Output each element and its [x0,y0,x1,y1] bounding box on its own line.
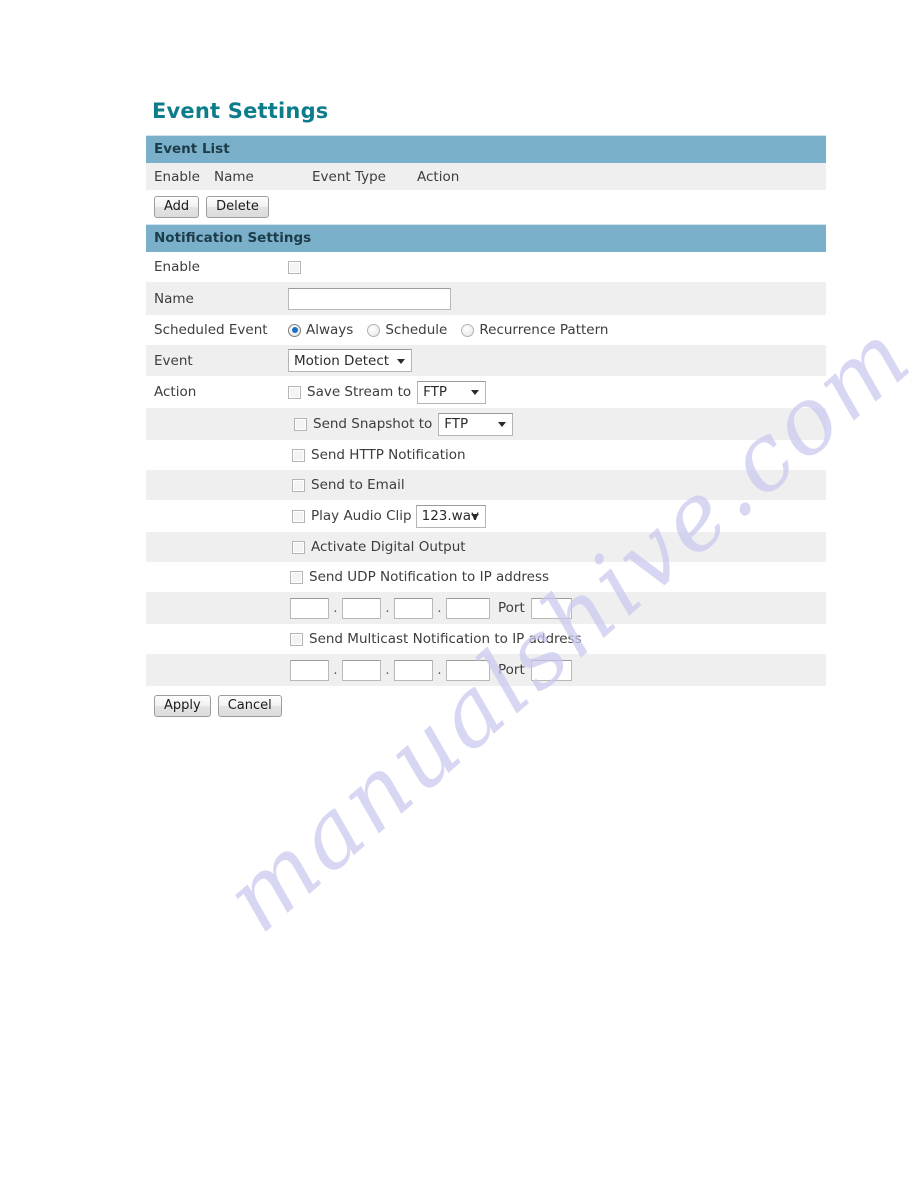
event-type-select-value: Motion Detect [294,352,390,369]
send-to-email-checkbox[interactable] [292,478,305,492]
activate-digital-output-checkbox[interactable] [292,540,305,554]
label-name: Name [154,290,194,307]
save-stream-destination-select[interactable]: FTP [417,380,487,404]
column-header-action: Action [417,168,460,185]
event-list-column-headers: Enable Name Event Type Action [146,163,826,191]
row-action-save-stream: Action Save Stream to FTP [146,376,826,409]
name-input[interactable] [288,287,451,310]
add-button[interactable]: Add [154,196,200,219]
udp-ip-octet-4[interactable] [446,597,490,619]
cancel-button[interactable]: Cancel [217,695,282,718]
row-scheduled-event: Scheduled Event Always Schedule Recurren… [146,315,826,346]
chevron-down-icon [498,422,507,428]
multicast-ip-separator-2: . [385,662,390,678]
multicast-ip-octet-2[interactable] [342,659,381,681]
apply-button[interactable]: Apply [154,695,211,718]
multicast-ip-octet-4[interactable] [446,659,490,681]
udp-ip-separator-2: . [385,600,390,616]
row-name: Name [146,282,826,316]
multicast-port-input[interactable] [530,659,572,681]
radio-recurrence-pattern[interactable] [461,323,475,337]
page-title: Event Settings [152,99,329,123]
send-snapshot-label: Send Snapshot to [313,416,433,433]
multicast-ip-separator-1: . [333,662,338,678]
row-action-send-snapshot: Send Snapshot to FTP [146,408,826,441]
radio-label-schedule: Schedule [385,322,448,339]
save-stream-label: Save Stream to [307,384,412,401]
multicast-ip-octet-1[interactable] [290,659,329,681]
send-http-notification-label: Send HTTP Notification [311,447,466,464]
enable-checkbox[interactable] [288,260,301,274]
send-multicast-notification-checkbox[interactable] [290,632,303,646]
row-action-send-multicast: Send Multicast Notification to IP addres… [146,624,826,655]
save-stream-destination-value: FTP [423,384,448,401]
row-action-activate-digital-output: Activate Digital Output [146,532,826,563]
label-scheduled-event: Scheduled Event [154,322,268,339]
send-snapshot-destination-value: FTP [444,416,469,433]
label-action: Action [154,384,197,401]
send-http-notification-checkbox[interactable] [292,448,305,462]
play-audio-clip-select[interactable]: 123.wav [415,504,486,528]
send-snapshot-destination-select[interactable]: FTP [438,412,514,436]
udp-port-label: Port [498,600,525,617]
udp-ip-separator-3: . [437,600,442,616]
udp-ip-octet-1[interactable] [290,597,329,619]
activate-digital-output-label: Activate Digital Output [311,539,466,556]
row-action-send-udp: Send UDP Notification to IP address [146,562,826,593]
chevron-down-icon [397,358,405,364]
send-udp-notification-label: Send UDP Notification to IP address [309,569,550,586]
row-enable: Enable [146,252,826,283]
column-header-enable: Enable [154,168,200,185]
row-udp-ip-address: . . . Port [146,592,826,625]
row-action-play-audio: Play Audio Clip 123.wav [146,500,826,533]
section-header-notification-settings: Notification Settings [146,224,826,253]
column-header-event-type: Event Type [312,168,386,185]
multicast-ip-separator-3: . [437,662,442,678]
multicast-ip-octet-3[interactable] [394,659,433,681]
row-event: Event Motion Detect [146,345,826,377]
row-action-send-email: Send to Email [146,470,826,501]
udp-port-input[interactable] [530,597,572,619]
row-multicast-ip-address: . . . Port [146,654,826,687]
label-enable: Enable [154,259,200,276]
send-snapshot-checkbox[interactable] [294,417,307,431]
event-type-select[interactable]: Motion Detect [288,349,412,373]
label-event: Event [154,352,193,369]
udp-ip-octet-2[interactable] [342,597,381,619]
radio-always[interactable] [288,323,301,337]
radio-label-recurrence-pattern: Recurrence Pattern [479,322,609,339]
udp-ip-octet-3[interactable] [394,597,433,619]
play-audio-clip-checkbox[interactable] [292,509,305,523]
radio-schedule[interactable] [367,323,381,337]
form-button-row: Apply Cancel [146,686,826,724]
chevron-down-icon [471,390,480,396]
play-audio-clip-label: Play Audio Clip [311,508,412,525]
column-header-name: Name [214,168,254,185]
section-header-event-list: Event List [146,135,826,164]
event-list-button-row: Add Delete [146,190,826,225]
chevron-down-icon [470,514,479,520]
send-udp-notification-checkbox[interactable] [290,570,303,584]
send-multicast-notification-label: Send Multicast Notification to IP addres… [309,631,582,648]
save-stream-checkbox[interactable] [288,385,301,399]
event-settings-page: Event Settings Event List Enable Name Ev… [146,99,826,724]
row-action-send-http: Send HTTP Notification [146,440,826,471]
send-to-email-label: Send to Email [311,477,405,494]
multicast-port-label: Port [498,662,525,679]
radio-label-always: Always [306,322,354,339]
udp-ip-separator-1: . [333,600,338,616]
delete-button[interactable]: Delete [206,196,269,219]
